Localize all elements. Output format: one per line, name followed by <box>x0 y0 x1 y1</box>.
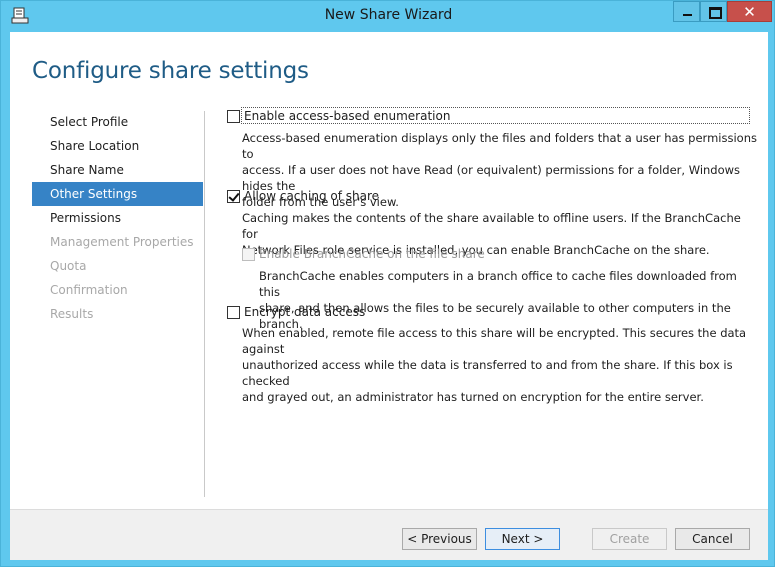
encrypt-label[interactable]: Encrypt data access <box>244 305 365 319</box>
close-icon: ✕ <box>743 3 756 21</box>
cancel-button[interactable]: Cancel <box>675 528 750 550</box>
nav-item-permissions[interactable]: Permissions <box>32 206 203 230</box>
page-title: Configure share settings <box>32 58 309 84</box>
encrypt-checkbox[interactable] <box>227 306 240 319</box>
nav-item-results: Results <box>50 307 94 321</box>
caching-label[interactable]: Allow caching of share <box>244 189 379 203</box>
minimize-button[interactable] <box>673 1 700 22</box>
nav-item-share-name[interactable]: Share Name <box>32 158 203 182</box>
wizard-footer: < Previous Next > Create Cancel <box>10 510 768 560</box>
branchcache-checkbox[interactable] <box>242 248 255 261</box>
branchcache-label[interactable]: Enable BranchCache on the file share <box>259 247 485 261</box>
window-title: New Share Wizard <box>324 7 453 23</box>
wizard-window: New Share Wizard ✕ Configure share setti… <box>0 0 775 567</box>
title-bar[interactable]: New Share Wizard ✕ <box>1 1 775 32</box>
abe-label[interactable]: Enable access-based enumeration <box>244 109 450 123</box>
branchcache-description: BranchCache enables computers in a branc… <box>259 269 737 331</box>
nav-item-management-properties: Management Properties <box>50 235 194 249</box>
previous-button[interactable]: < Previous <box>402 528 477 550</box>
wizard-client-area: Configure share settings Select Profile S… <box>10 32 768 560</box>
close-button[interactable]: ✕ <box>727 1 772 22</box>
nav-item-quota: Quota <box>50 259 87 273</box>
nav-divider <box>204 111 205 497</box>
nav-item-confirmation: Confirmation <box>50 283 128 297</box>
create-button[interactable]: Create <box>592 528 667 550</box>
next-button[interactable]: Next > <box>485 528 560 550</box>
nav-item-select-profile[interactable]: Select Profile <box>32 110 203 134</box>
wizard-steps-nav: Select Profile Share Location Share Name Ot… <box>32 110 203 326</box>
encrypt-description: When enabled, remote file access to this… <box>242 326 747 404</box>
maximize-button[interactable] <box>700 1 727 22</box>
nav-item-share-location[interactable]: Share Location <box>32 134 203 158</box>
nav-item-other-settings[interactable]: Other Settings <box>32 182 203 206</box>
abe-checkbox[interactable] <box>227 110 240 123</box>
caching-checkbox[interactable] <box>227 190 240 203</box>
